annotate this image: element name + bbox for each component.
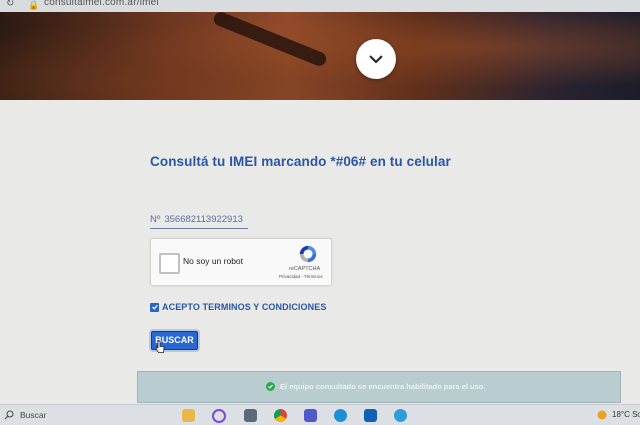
hero-banner bbox=[0, 10, 640, 100]
taskbar-search-label: Buscar bbox=[20, 410, 47, 420]
file-explorer-icon[interactable] bbox=[182, 409, 195, 422]
result-banner: El equipo consultado se encuentra habili… bbox=[137, 371, 621, 403]
terms-label: ACEPTO TERMINOS Y CONDICIONES bbox=[162, 302, 327, 312]
checkmark-icon bbox=[151, 304, 158, 310]
imei-input[interactable]: Nº 356682113922913 bbox=[150, 212, 248, 229]
recaptcha-links[interactable]: Privacidad - Términos bbox=[279, 274, 323, 279]
taskbar-search[interactable]: Buscar bbox=[4, 410, 46, 420]
recaptcha-widget: No soy un robot reCAPTCHA Privacidad - T… bbox=[150, 238, 332, 286]
taskbar: Buscar 18°C So bbox=[0, 404, 640, 425]
cortana-icon[interactable] bbox=[212, 409, 226, 423]
chevron-down-icon bbox=[369, 55, 383, 64]
scroll-down-button[interactable] bbox=[356, 39, 396, 79]
hand-cursor-icon bbox=[155, 340, 165, 353]
recaptcha-checkbox[interactable] bbox=[159, 253, 180, 274]
chrome-icon[interactable] bbox=[274, 409, 287, 422]
page-title: Consultá tu IMEI marcando *#06# en tu ce… bbox=[150, 154, 451, 169]
result-message: El equipo consultado se encuentra habili… bbox=[280, 382, 486, 391]
url-text[interactable]: consultaimei.com.ar/imei bbox=[44, 0, 159, 8]
recaptcha-brand: reCAPTCHA bbox=[289, 266, 321, 272]
hero-decoration bbox=[211, 10, 329, 68]
teams-icon[interactable] bbox=[304, 409, 317, 422]
terms-checkbox-row[interactable]: ACEPTO TERMINOS Y CONDICIONES bbox=[150, 302, 326, 312]
edge-icon[interactable] bbox=[334, 409, 347, 422]
reload-icon[interactable]: ↻ bbox=[6, 0, 14, 9]
recaptcha-label: No soy un robot bbox=[183, 256, 244, 266]
imei-value: 356682113922913 bbox=[164, 214, 243, 225]
edge-dev-icon[interactable] bbox=[394, 409, 407, 422]
calculator-icon[interactable] bbox=[244, 409, 257, 422]
lock-icon: 🔒 bbox=[28, 0, 40, 10]
search-icon bbox=[4, 410, 14, 420]
terms-checkbox[interactable] bbox=[150, 302, 159, 312]
check-circle-icon bbox=[266, 382, 275, 391]
outlook-icon[interactable] bbox=[364, 409, 377, 422]
recaptcha-logo-icon bbox=[299, 245, 317, 263]
imei-prefix: Nº bbox=[150, 214, 161, 225]
weather-icon[interactable] bbox=[596, 409, 608, 421]
tray-temperature[interactable]: 18°C So bbox=[612, 410, 640, 419]
